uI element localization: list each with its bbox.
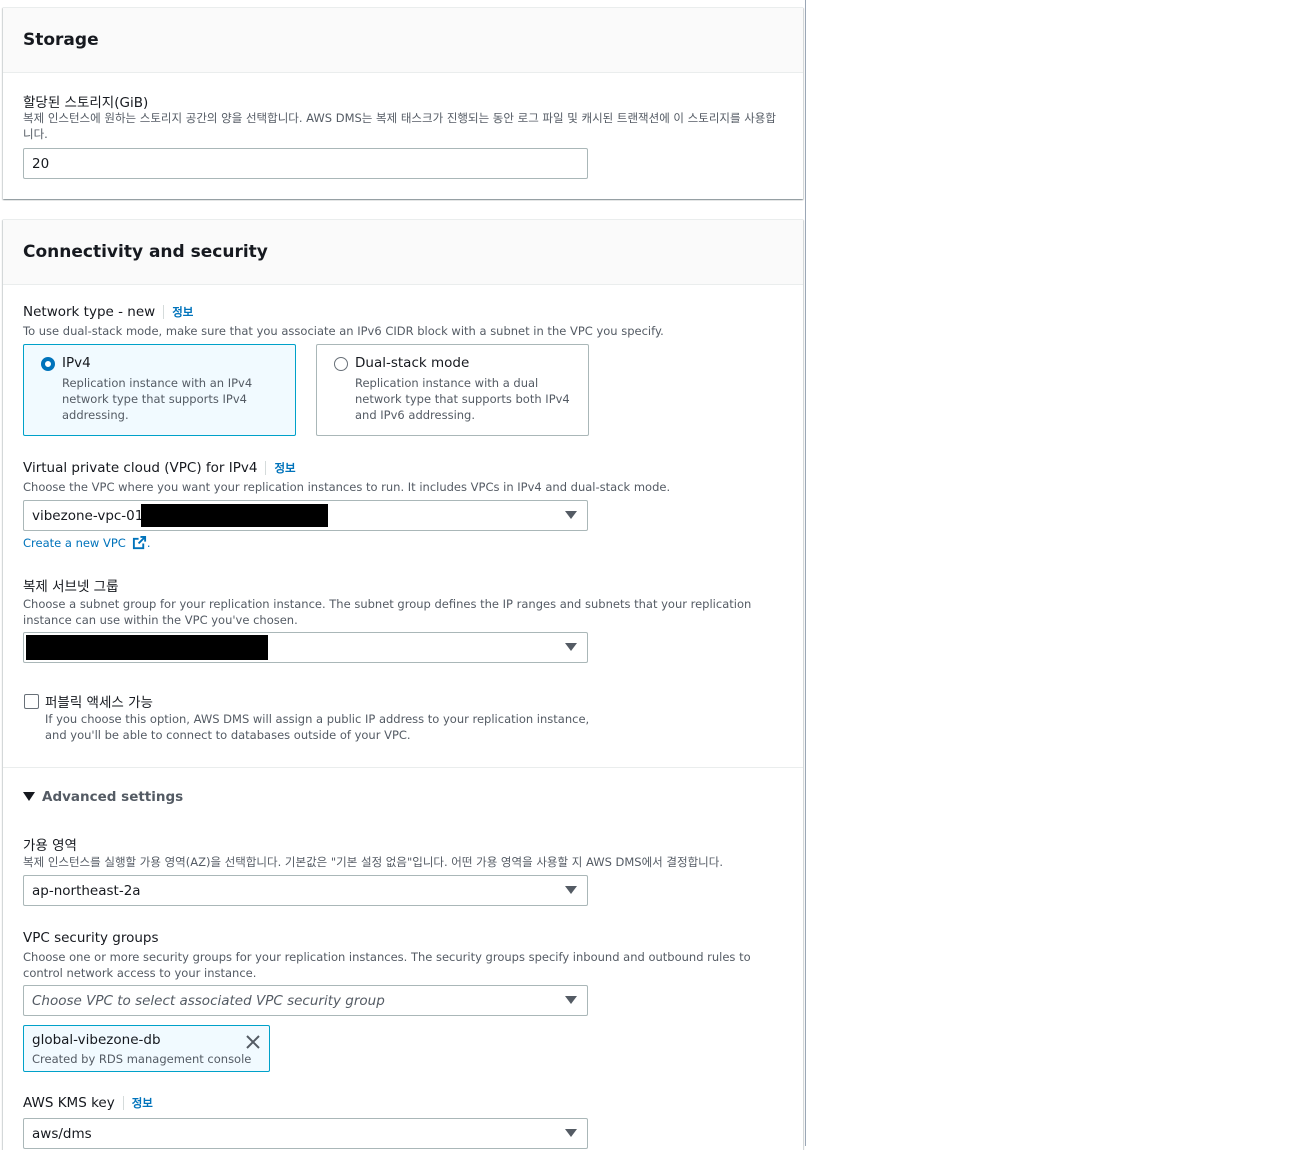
kms-label-row: AWS KMS key 정보 [23, 1095, 153, 1111]
public-access-desc: If you choose this option, AWS DMS will … [45, 712, 590, 742]
sg-token-name: global-vibezone-db [32, 1032, 161, 1048]
az-value: ap-northeast-2a [32, 882, 141, 899]
subnet-group-desc: Choose a subnet group for your replicati… [23, 597, 752, 627]
vpc-label: Virtual private cloud (VPC) for IPv4 [23, 460, 258, 476]
allocated-storage-value: 20 [32, 155, 50, 172]
storage-title: Storage [23, 30, 99, 50]
network-type-label-row: Network type - new 정보 [23, 304, 194, 320]
storage-header: Storage [3, 8, 803, 73]
kms-select[interactable]: aws/dms [23, 1118, 588, 1149]
public-access-checkbox[interactable] [24, 694, 39, 709]
subnet-group-select[interactable] [23, 632, 588, 663]
sg-dropdown-caret-icon [565, 996, 577, 1004]
network-type-dualstack-tile[interactable]: Dual-stack mode Replication instance wit… [316, 344, 589, 436]
vpc-select[interactable]: vibezone-vpc-01 [23, 500, 588, 531]
az-label: 가용 영역 [23, 838, 77, 854]
caret-down-icon [23, 792, 35, 801]
create-vpc-link[interactable]: Create a new VPC [23, 536, 126, 550]
vpc-dropdown-caret-icon [565, 511, 577, 519]
kms-label: AWS KMS key [23, 1095, 115, 1111]
dualstack-title: Dual-stack mode [355, 355, 470, 371]
az-dropdown-caret-icon [565, 886, 577, 894]
close-icon[interactable] [246, 1035, 260, 1049]
sg-label: VPC security groups [23, 930, 159, 946]
az-select[interactable]: ap-northeast-2a [23, 875, 588, 906]
connectivity-header: Connectivity and security [3, 220, 803, 285]
ipv4-radio[interactable] [41, 357, 55, 371]
advanced-settings-label: Advanced settings [42, 789, 184, 805]
sg-desc: Choose one or more security groups for y… [23, 950, 751, 980]
allocated-storage-desc: 복제 인스턴스에 원하는 스토리지 공간의 양을 선택합니다. AWS DMS는… [23, 111, 776, 141]
network-type-tiles: IPv4 Replication instance with an IPv4 n… [23, 344, 589, 436]
vpc-desc: Choose the VPC where you want your repli… [23, 480, 671, 494]
network-type-info-link[interactable]: 정보 [163, 305, 194, 319]
az-desc: 복제 인스턴스를 실행할 가용 영역(AZ)을 선택합니다. 기본값은 "기본 … [23, 855, 723, 869]
network-type-desc: To use dual-stack mode, make sure that y… [23, 324, 664, 338]
network-type-label: Network type - new [23, 304, 156, 320]
storage-panel: Storage 할당된 스토리지(GiB) 복제 인스턴스에 원하는 스토리지 … [3, 7, 803, 199]
vpc-label-row: Virtual private cloud (VPC) for IPv4 정보 [23, 460, 296, 476]
sg-placeholder: Choose VPC to select associated VPC secu… [32, 992, 385, 1009]
vpc-value: vibezone-vpc-01 [32, 507, 144, 524]
sg-token-desc: Created by RDS management console [32, 1052, 252, 1066]
subnet-group-label: 복제 서브넷 그룹 [23, 579, 119, 595]
vpc-info-link[interactable]: 정보 [265, 461, 296, 475]
create-vpc-row: Create a new VPC . [23, 535, 151, 550]
ipv4-desc: Replication instance with an IPv4 networ… [62, 376, 253, 422]
allocated-storage-input[interactable]: 20 [23, 148, 588, 179]
kms-value: aws/dms [32, 1125, 92, 1142]
sg-token: global-vibezone-db Created by RDS manage… [23, 1025, 270, 1072]
network-type-ipv4-tile[interactable]: IPv4 Replication instance with an IPv4 n… [23, 344, 296, 436]
subnet-dropdown-caret-icon [565, 643, 577, 651]
public-access-label: 퍼블릭 액세스 가능 [45, 695, 153, 711]
kms-info-link[interactable]: 정보 [122, 1096, 153, 1110]
vpc-id-redaction [141, 504, 328, 527]
ipv4-title: IPv4 [62, 355, 91, 371]
sg-select[interactable]: Choose VPC to select associated VPC secu… [23, 985, 588, 1016]
kms-dropdown-caret-icon [565, 1129, 577, 1137]
external-link-icon [132, 535, 146, 550]
connectivity-panel: Connectivity and security Network type -… [3, 219, 803, 1150]
connectivity-title: Connectivity and security [23, 242, 268, 262]
advanced-settings-toggle[interactable]: Advanced settings [23, 789, 183, 805]
section-divider [3, 767, 803, 768]
allocated-storage-label: 할당된 스토리지(GiB) [23, 95, 149, 111]
dualstack-radio[interactable] [334, 357, 348, 371]
dualstack-desc: Replication instance with a dual network… [355, 376, 570, 422]
subnet-group-redaction [26, 635, 268, 660]
